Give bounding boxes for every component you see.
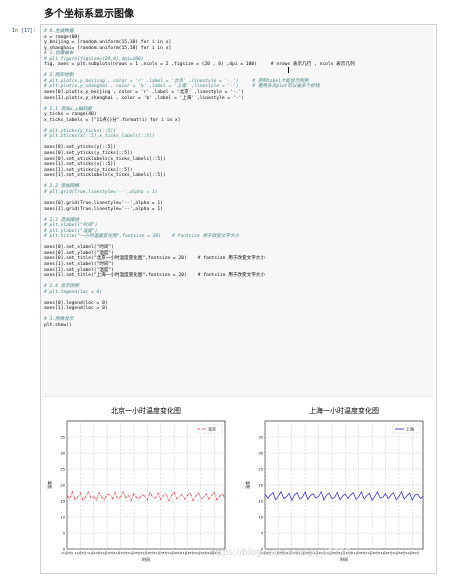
x-tick-label: 11点30分	[141, 550, 155, 555]
code-input-area[interactable]: # 0.生成数据 x = range(60) y_beijing = [random…	[42, 26, 433, 397]
chart-shanghai-svg: 0510152025303511点0分 11点5分 11点10分 11点15分 11点2…	[244, 406, 424, 562]
watermark: https://blog.csdn.net/qq_42737	[210, 548, 351, 558]
chart-title: 北京一小时温度变化图	[111, 406, 181, 415]
x-tick-label: 11点35分	[352, 550, 366, 555]
y-tick-label: 5	[63, 532, 65, 536]
y-tick-label: 30	[258, 452, 263, 456]
x-tick-label: 11点40分	[167, 550, 181, 555]
chart-title: 上海一小时温度变化图	[309, 406, 379, 415]
notebook-cell[interactable]: # 0.生成数据 x = range(60) y_beijing = [random…	[40, 24, 437, 574]
y-axis-label: 温度	[244, 481, 250, 489]
y-tick-label: 5	[261, 532, 263, 536]
page-title: 多个坐标系显示图像	[44, 9, 134, 20]
x-tick-label: 11点20分	[114, 550, 128, 555]
plot-shanghai: 0 5 10 15 20 25 30 35 11点0分 11点5分 11点10分 11点15分 11点2…	[241, 399, 431, 573]
y-tick-label: 25	[60, 468, 65, 472]
y-tick-label: 10	[258, 516, 263, 520]
y-tick-label: 20	[60, 484, 65, 488]
x-tick-label: 11点50分	[392, 550, 406, 555]
y-tick-label: 15	[258, 500, 263, 504]
x-tick-label: 11点50分	[194, 550, 208, 555]
x-tick-label: 11点0分	[61, 550, 73, 555]
code-line: plt.show()	[44, 322, 72, 328]
x-tick-label: 11点35分	[154, 550, 168, 555]
x-tick-label: 11点55分	[405, 550, 419, 555]
x-tick-label: 11点15分	[100, 550, 114, 555]
y-tick-label: 10	[60, 516, 65, 520]
legend-label: 上海	[406, 426, 414, 432]
y-tick-label: 35	[60, 436, 65, 440]
text-cursor	[288, 67, 289, 73]
x-tick-label: 11点25分	[127, 550, 141, 555]
x-tick-label: 11点5分	[75, 550, 87, 555]
plot-beijing: 0 5 10 15 20 25 30 35 11点0分 11点5分 11点10分 11点15分 11点2…	[43, 399, 233, 573]
y-tick-label: 25	[258, 468, 263, 472]
chart-beijing-svg: 0510152025303511点0分 11点5分 11点10分 11点15分 11点2…	[46, 406, 226, 562]
cell-output-area: 0 5 10 15 20 25 30 35 11点0分 11点5分 11点10分 11点15分 11点2…	[41, 397, 434, 573]
x-tick-label: 11点40分	[365, 550, 379, 555]
x-axis-label: 时间	[142, 556, 150, 562]
x-tick-label: 11点45分	[379, 550, 393, 555]
x-tick-label: 11点10分	[87, 550, 101, 555]
y-tick-label: 20	[258, 484, 263, 488]
y-tick-label: 35	[258, 436, 263, 440]
cell-prompt: In [17]:	[12, 28, 37, 34]
x-tick-label: 11点45分	[181, 550, 195, 555]
legend-label: 北京	[208, 426, 216, 432]
y-tick-label: 30	[60, 452, 65, 456]
y-tick-label: 15	[60, 500, 65, 504]
code-editor[interactable]: # 0.生成数据 x = range(60) y_beijing = [random…	[42, 26, 433, 329]
y-axis-label: 温度	[46, 481, 52, 489]
